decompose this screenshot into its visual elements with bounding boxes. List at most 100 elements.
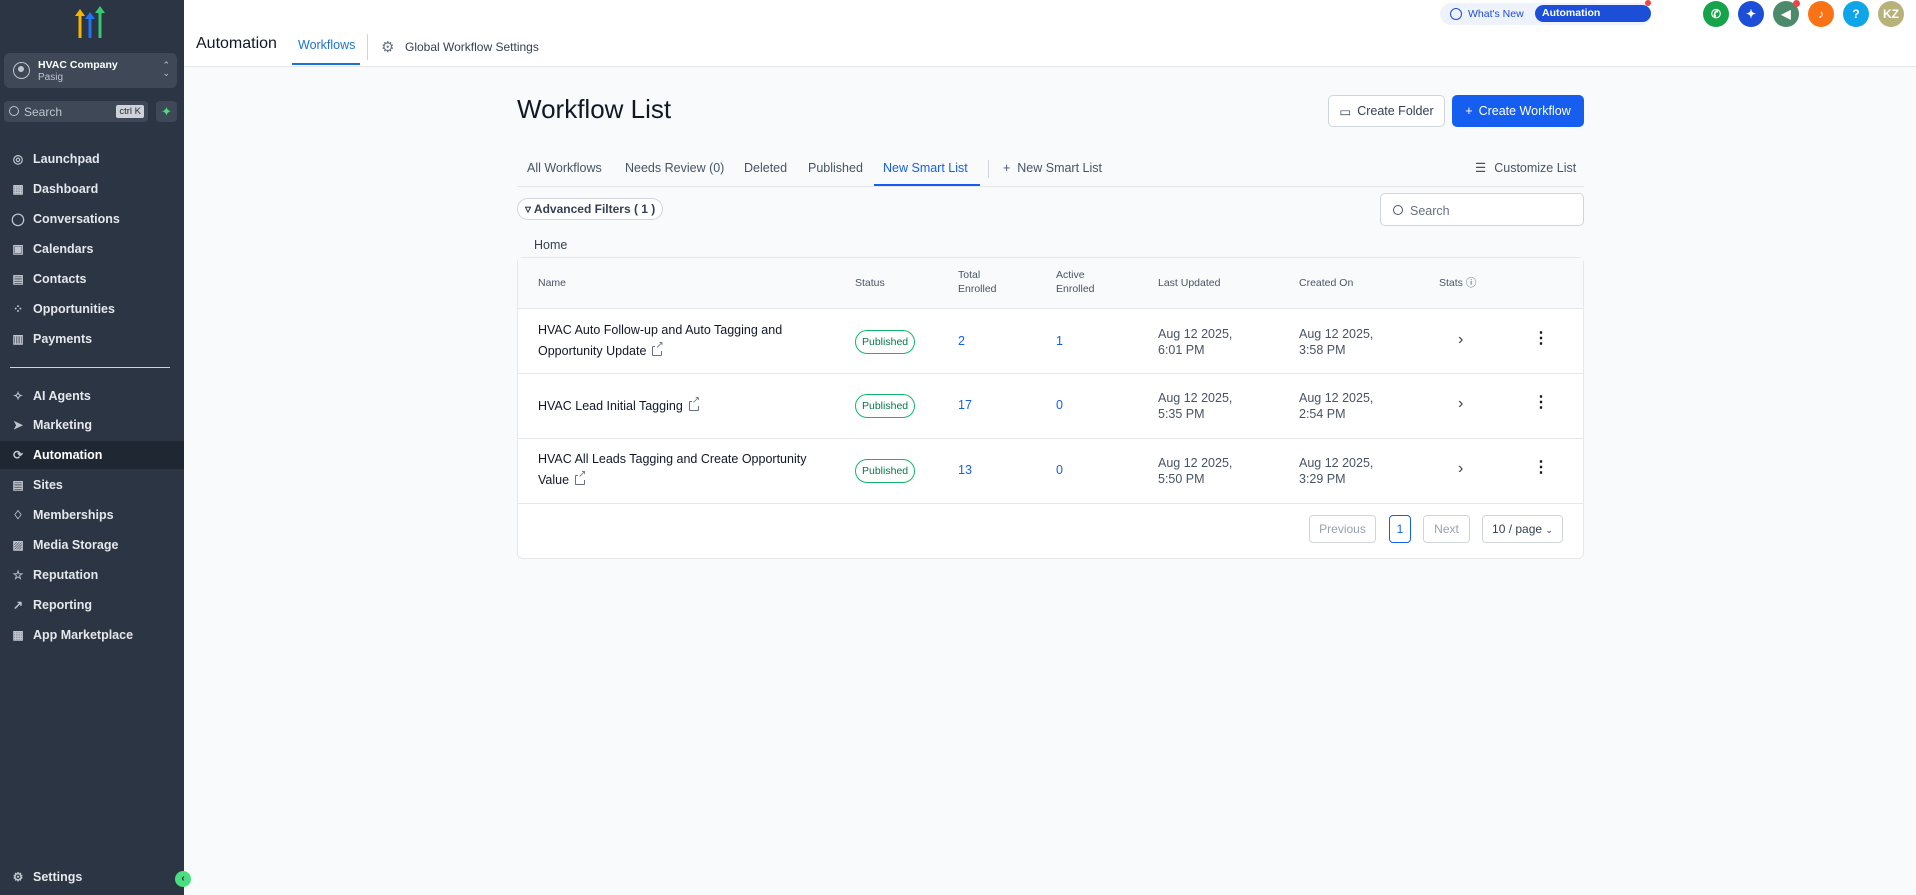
star-icon: ☆ — [12, 568, 24, 582]
user-avatar[interactable]: KZ — [1878, 1, 1904, 27]
grid-icon: ▦ — [12, 182, 24, 196]
notification-dot — [1645, 0, 1651, 6]
phone-icon[interactable]: ✆ — [1703, 1, 1729, 27]
create-workflow-label: Create Workflow — [1478, 104, 1571, 118]
help-icon[interactable]: ? — [1843, 1, 1869, 27]
apps-icon: ▦ — [12, 628, 24, 642]
add-smart-list-button[interactable]: + New Smart List — [1003, 161, 1102, 175]
previous-page-button[interactable]: Previous — [1309, 515, 1376, 543]
total-enrolled-value[interactable]: 2 — [958, 331, 965, 352]
sidebar-item-ai-agents[interactable]: ✧ AI Agents — [0, 382, 184, 410]
workflow-name-line: Value — [538, 473, 570, 487]
award-icon: ♢ — [12, 508, 24, 522]
total-enrolled-value[interactable]: 13 — [958, 460, 972, 481]
sidebar-collapse-icon[interactable]: ‹ — [175, 871, 191, 887]
sidebar-item-dashboard[interactable]: ▦ Dashboard — [0, 175, 184, 203]
sidebar-search[interactable]: Search ctrl K — [4, 101, 148, 122]
total-enrolled-value[interactable]: 17 — [958, 395, 972, 416]
table-row[interactable]: HVAC Lead Initial Tagging Published 17 0… — [518, 375, 1583, 439]
customize-list-button[interactable]: ☰ Customize List — [1475, 160, 1576, 176]
notification-dot — [1793, 0, 1800, 7]
sidebar-item-label: Settings — [33, 870, 83, 884]
sidebar-item-sites[interactable]: ▤ Sites — [0, 471, 184, 499]
chevron-updown-icon: ⌃ ⌄ — [162, 60, 170, 78]
more-options-icon[interactable]: ⋮ — [1533, 331, 1549, 347]
sidebar-item-marketing[interactable]: ➤ Marketing — [0, 411, 184, 439]
gear-icon[interactable]: ⚙ — [381, 38, 394, 56]
sidebar-item-opportunities[interactable]: ⁘ Opportunities — [0, 295, 184, 323]
workflow-name[interactable]: HVAC Lead Initial Tagging — [538, 396, 701, 417]
receipt-icon: ▥ — [12, 332, 24, 346]
sidebar-item-label: Payments — [33, 332, 93, 346]
page-size-select[interactable]: 10 / page ⌄ — [1482, 515, 1563, 543]
breadcrumb[interactable]: Home — [534, 238, 567, 252]
workflow-tabs: All Workflows Needs Review (0) Deleted P… — [517, 158, 1584, 187]
more-options-icon[interactable]: ⋮ — [1533, 395, 1549, 411]
sidebar-item-calendars[interactable]: ▣ Calendars — [0, 235, 184, 263]
bell-icon[interactable]: ♪ — [1808, 1, 1834, 27]
active-enrolled-value[interactable]: 0 — [1056, 460, 1063, 481]
sidebar-item-payments[interactable]: ▥ Payments — [0, 325, 184, 353]
company-switcher[interactable]: HVAC Company Pasig ⌃ ⌄ — [4, 53, 177, 88]
search-icon — [1393, 205, 1403, 215]
app-logo-icon[interactable] — [72, 6, 108, 40]
chevron-right-icon[interactable]: › — [1458, 460, 1463, 478]
tab-deleted[interactable]: Deleted — [744, 161, 787, 175]
table-row[interactable]: HVAC Auto Follow-up and Auto Tagging and… — [518, 310, 1583, 374]
chat-icon: ◯ — [11, 212, 25, 226]
tab-global-workflow-settings[interactable]: Global Workflow Settings — [405, 40, 539, 54]
chevron-down-icon: ⌄ — [1545, 525, 1553, 535]
table-row[interactable]: HVAC All Leads Tagging and Create Opport… — [518, 440, 1583, 504]
created-on-value: Aug 12 2025, 2:54 PM — [1299, 390, 1373, 422]
sidebar-item-media-storage[interactable]: ▨ Media Storage — [0, 531, 184, 559]
sidebar-item-app-marketplace[interactable]: ▦ App Marketplace — [0, 621, 184, 649]
top-bar: Automation Workflows ⚙ Global Workflow S… — [184, 0, 1916, 67]
sidebar-item-settings[interactable]: ⚙ Settings — [0, 863, 184, 891]
sidebar-item-launchpad[interactable]: ◎ Launchpad — [0, 145, 184, 173]
create-folder-label: Create Folder — [1357, 104, 1434, 118]
sidebar-item-reporting[interactable]: ↗ Reporting — [0, 591, 184, 619]
page-title: Workflow List — [517, 94, 672, 124]
active-enrolled-value[interactable]: 0 — [1056, 395, 1063, 416]
sidebar-item-automation[interactable]: ⟳ Automation — [0, 441, 184, 469]
tab-new-smart-list[interactable]: New Smart List — [883, 161, 968, 175]
tab-needs-review[interactable]: Needs Review (0) — [625, 161, 724, 175]
create-workflow-button[interactable]: + Create Workflow — [1452, 95, 1584, 127]
external-link-icon[interactable] — [688, 396, 701, 411]
workflow-name[interactable]: HVAC All Leads Tagging and Create Opport… — [538, 449, 806, 491]
tab-all-workflows[interactable]: All Workflows — [527, 161, 602, 175]
workflow-name-line: HVAC Auto Follow-up and Auto Tagging and — [538, 323, 783, 337]
tab-published[interactable]: Published — [808, 161, 863, 175]
advanced-filters-button[interactable]: ▿ Advanced Filters ( 1 ) — [517, 198, 664, 220]
active-enrolled-value[interactable]: 1 — [1056, 331, 1063, 352]
gear-icon: ⚙ — [12, 870, 24, 884]
tab-workflows[interactable]: Workflows — [298, 38, 355, 52]
page-number-button[interactable]: 1 — [1389, 515, 1411, 543]
sidebar-item-label: Sites — [33, 478, 63, 492]
sidebar-item-contacts[interactable]: ▤ Contacts — [0, 265, 184, 293]
external-link-icon[interactable] — [575, 470, 587, 485]
more-options-icon[interactable]: ⋮ — [1533, 460, 1549, 476]
sidebar-item-conversations[interactable]: ◯ Conversations — [0, 205, 184, 233]
whats-new-link[interactable]: What's New — [1468, 8, 1524, 20]
automation-updates-badge[interactable]: Automation Updates — [1535, 5, 1651, 36]
calendar-icon: ▣ — [12, 242, 24, 256]
sidebar-item-memberships[interactable]: ♢ Memberships — [0, 501, 184, 529]
announcement-icon — [1450, 8, 1462, 20]
status-badge: Published — [855, 459, 916, 483]
external-link-icon[interactable] — [652, 341, 664, 356]
workflow-search-input[interactable]: Search — [1380, 193, 1584, 226]
quick-action-icon[interactable]: ✦ — [156, 101, 177, 122]
megaphone-icon[interactable]: ◀ — [1773, 0, 1800, 27]
sidebar-item-reputation[interactable]: ☆ Reputation — [0, 561, 184, 589]
sidebar-item-label: Calendars — [33, 242, 94, 256]
chevron-right-icon[interactable]: › — [1458, 395, 1463, 413]
magic-wand-icon[interactable]: ✦ — [1738, 1, 1764, 27]
chevron-right-icon[interactable]: › — [1458, 331, 1463, 349]
whats-new-bar[interactable]: What's New Automation Updates — [1440, 3, 1651, 36]
create-folder-button[interactable]: ▭ Create Folder — [1328, 95, 1445, 127]
workflow-name[interactable]: HVAC Auto Follow-up and Auto Tagging and… — [538, 320, 782, 362]
advanced-filters-label: Advanced Filters ( 1 ) — [533, 202, 656, 216]
next-page-button[interactable]: Next — [1423, 515, 1470, 543]
column-header-name: Name — [538, 277, 567, 289]
